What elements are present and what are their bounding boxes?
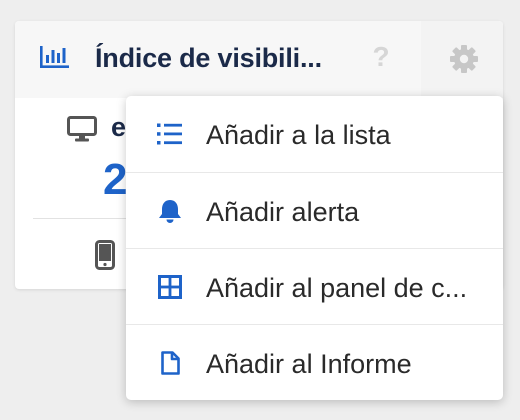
desktop-value: 2 — [103, 155, 128, 204]
desktop-label: e — [111, 112, 127, 142]
menu-item-add-to-list[interactable]: Añadir a la lista — [126, 96, 503, 172]
menu-item-add-alert[interactable]: Añadir alerta — [126, 172, 503, 249]
gear-icon — [450, 45, 478, 73]
menu-item-add-to-report[interactable]: Añadir al Informe — [126, 324, 503, 401]
widget-title: Índice de visibili... — [95, 43, 322, 73]
list-icon — [157, 123, 182, 145]
widget-header: Índice de visibili... ? — [15, 21, 503, 98]
menu-item-label: Añadir alerta — [206, 197, 360, 227]
mobile-icon — [95, 240, 115, 270]
menu-item-label: Añadir al panel de c... — [206, 273, 468, 303]
help-icon[interactable]: ? — [371, 42, 391, 72]
grid-icon — [158, 275, 182, 299]
menu-item-label: Añadir al Informe — [206, 349, 412, 379]
desktop-icon — [67, 116, 97, 142]
settings-button[interactable] — [421, 21, 503, 98]
document-icon — [161, 351, 180, 375]
bar-chart-icon — [40, 46, 69, 68]
widget-options-menu: Añadir a la lista Añadir alerta Añadir a… — [126, 96, 503, 400]
menu-item-add-to-dashboard[interactable]: Añadir al panel de c... — [126, 248, 503, 325]
bell-icon — [159, 200, 181, 223]
menu-item-label: Añadir a la lista — [206, 120, 391, 150]
